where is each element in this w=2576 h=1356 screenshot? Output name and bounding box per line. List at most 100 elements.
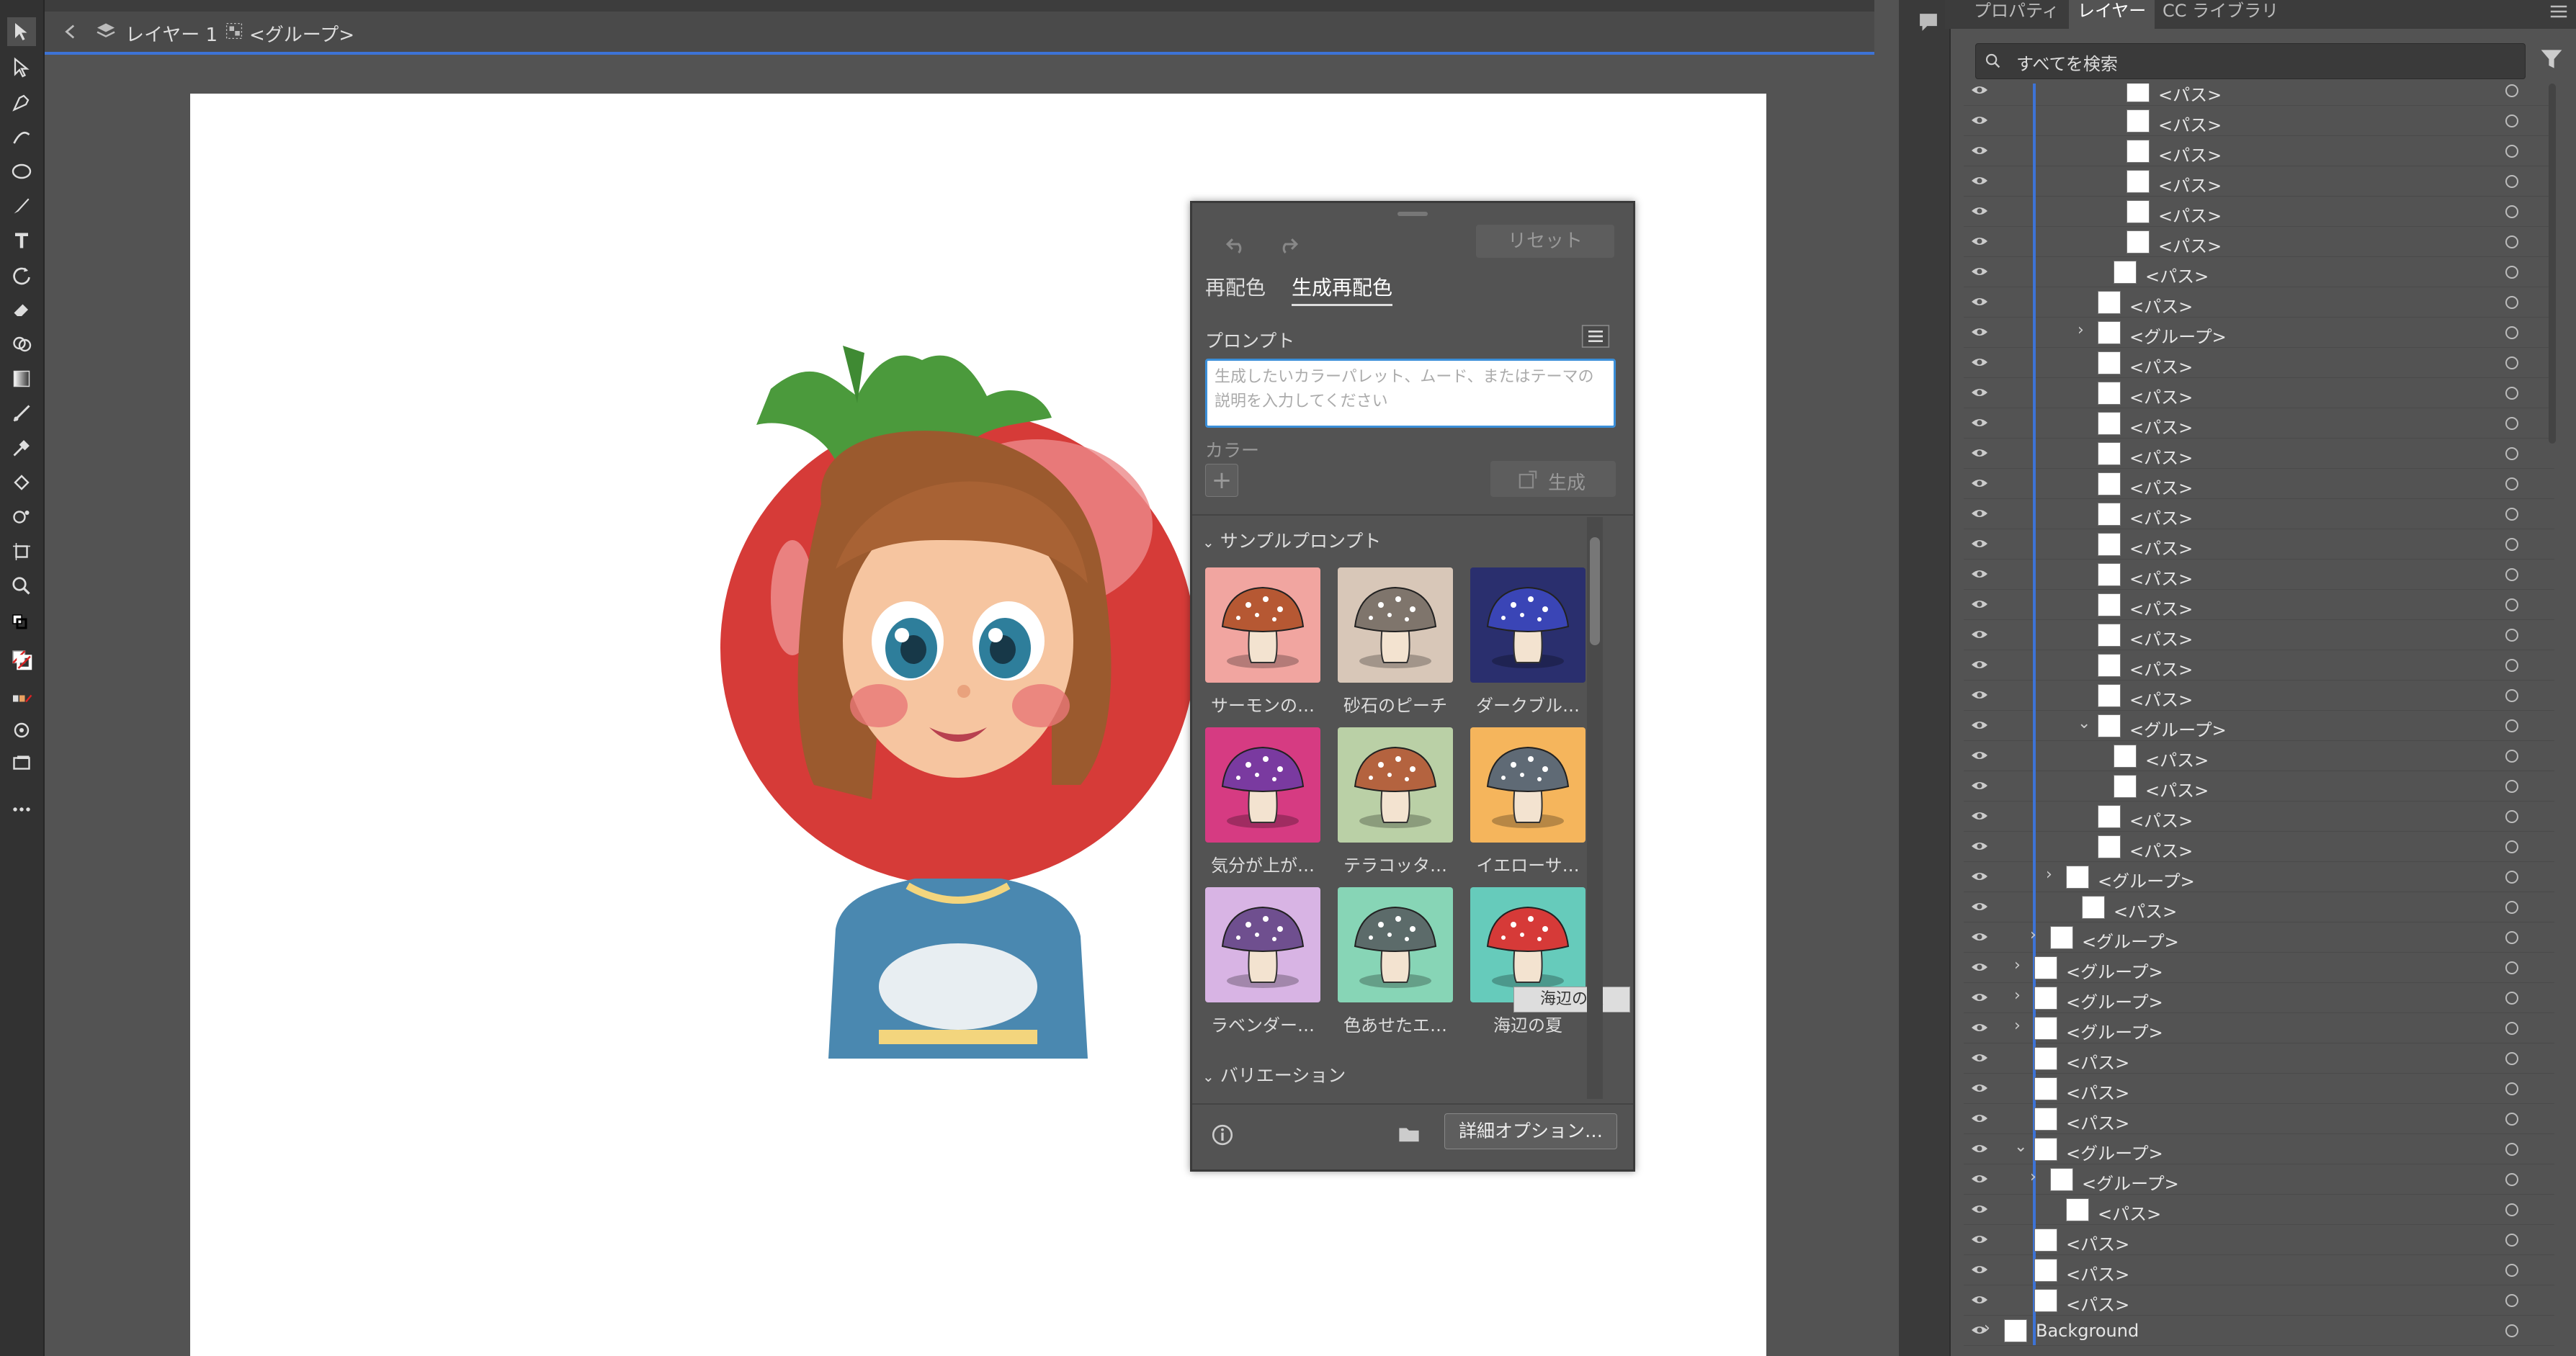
layer-row[interactable]: <パス>: [1964, 408, 2554, 439]
layer-name[interactable]: <パス>: [2129, 474, 2193, 499]
paint-bucket-tool-icon[interactable]: [7, 468, 36, 497]
layer-name[interactable]: <パス>: [2129, 837, 2193, 862]
visibility-eye-icon[interactable]: [1971, 174, 1988, 188]
visibility-eye-icon[interactable]: [1971, 899, 1988, 914]
visibility-eye-icon[interactable]: [1971, 1051, 1988, 1065]
target-circle-icon[interactable]: [2505, 1294, 2518, 1307]
layer-row[interactable]: <パス>: [1964, 1073, 2554, 1104]
breadcrumb-group[interactable]: <グループ>: [249, 20, 354, 47]
layer-search-field[interactable]: すべてを検索: [1975, 43, 2526, 79]
visibility-eye-icon[interactable]: [1971, 960, 1988, 974]
layer-name[interactable]: <パス>: [2129, 383, 2193, 408]
expand-chevron-icon[interactable]: ›: [1984, 1319, 1990, 1337]
folder-icon[interactable]: [1397, 1122, 1421, 1146]
panel-menu-icon[interactable]: [2549, 3, 2569, 20]
layer-name[interactable]: <パス>: [2066, 1079, 2129, 1104]
layer-row[interactable]: <パス>: [1964, 650, 2554, 681]
expand-chevron-icon[interactable]: ⌄: [2078, 714, 2090, 732]
layer-name[interactable]: <パス>: [2145, 746, 2209, 771]
expand-chevron-icon[interactable]: ⌄: [2014, 1138, 2027, 1156]
layer-name[interactable]: <パス>: [2114, 897, 2177, 922]
layer-name[interactable]: <パス>: [2129, 565, 2193, 590]
layer-name[interactable]: <パス>: [2129, 534, 2193, 560]
layer-name[interactable]: Background: [2036, 1321, 2139, 1341]
layer-name[interactable]: <パス>: [2098, 1200, 2161, 1225]
layer-name[interactable]: <パス>: [2158, 171, 2222, 197]
layer-name[interactable]: <パス>: [2129, 353, 2193, 378]
selection-tool-icon[interactable]: [7, 17, 36, 46]
sample-prompt-thumbnail[interactable]: [1470, 727, 1586, 843]
target-circle-icon[interactable]: [2505, 689, 2518, 702]
layer-name[interactable]: <パス>: [2129, 655, 2193, 681]
layer-row[interactable]: <パス>: [1964, 196, 2554, 227]
gradient-tool-icon[interactable]: [7, 364, 36, 393]
layer-row[interactable]: <パス>: [1964, 256, 2554, 287]
artboard-tool-icon[interactable]: [7, 537, 36, 566]
breadcrumb-layer[interactable]: レイヤー 1: [125, 20, 218, 47]
visibility-eye-icon[interactable]: [1971, 506, 1988, 521]
type-tool-icon[interactable]: [7, 226, 36, 255]
layer-name[interactable]: <パス>: [2158, 202, 2222, 227]
visibility-eye-icon[interactable]: [1971, 869, 1988, 884]
layer-name[interactable]: <パス>: [2158, 111, 2222, 136]
layer-name[interactable]: <パス>: [2066, 1049, 2129, 1074]
layer-row[interactable]: <パス>: [1964, 347, 2554, 378]
scrollbar-thumb[interactable]: [1590, 537, 1600, 645]
layer-name[interactable]: <グループ>: [2066, 1018, 2163, 1043]
target-circle-icon[interactable]: [2505, 1113, 2518, 1126]
layer-row[interactable]: › <グループ>: [1964, 1164, 2554, 1195]
target-circle-icon[interactable]: [2505, 387, 2518, 400]
expand-chevron-icon[interactable]: ›: [2014, 956, 2021, 974]
layer-name[interactable]: <グループ>: [2066, 988, 2163, 1013]
drawing-mode-icon[interactable]: [7, 716, 36, 745]
target-circle-icon[interactable]: [2505, 205, 2518, 218]
visibility-eye-icon[interactable]: [1971, 839, 1988, 853]
target-circle-icon[interactable]: [2505, 568, 2518, 581]
direct-selection-tool-icon[interactable]: [7, 53, 36, 82]
target-circle-icon[interactable]: [2505, 326, 2518, 339]
zoom-tool-icon[interactable]: [7, 572, 36, 601]
target-circle-icon[interactable]: [2505, 1143, 2518, 1156]
layer-row[interactable]: › <グループ>: [1964, 922, 2554, 953]
layer-row[interactable]: <パス>: [1964, 1254, 2554, 1285]
target-circle-icon[interactable]: [2505, 810, 2518, 823]
expand-chevron-icon[interactable]: ›: [2014, 987, 2021, 1005]
visibility-eye-icon[interactable]: [1971, 295, 1988, 309]
screen-mode-icon[interactable]: [7, 749, 36, 778]
visibility-eye-icon[interactable]: [1971, 476, 1988, 490]
layer-row[interactable]: ⌄ <グループ>: [1964, 710, 2554, 741]
layer-row[interactable]: <パス>: [1964, 498, 2554, 529]
layer-row[interactable]: › <グループ>: [1964, 982, 2554, 1013]
layer-name[interactable]: <パス>: [2129, 504, 2193, 529]
target-circle-icon[interactable]: [2505, 356, 2518, 369]
symbol-sprayer-tool-icon[interactable]: [7, 503, 36, 531]
layer-row[interactable]: <パス>: [1964, 84, 2554, 106]
target-circle-icon[interactable]: [2505, 780, 2518, 793]
target-circle-icon[interactable]: [2505, 719, 2518, 732]
visibility-eye-icon[interactable]: [1971, 355, 1988, 369]
back-arrow-icon[interactable]: [61, 22, 81, 42]
expand-chevron-icon[interactable]: ›: [2014, 1017, 2021, 1035]
target-circle-icon[interactable]: [2505, 508, 2518, 521]
target-circle-icon[interactable]: [2505, 629, 2518, 642]
layers-scrollbar[interactable]: [2549, 84, 2556, 444]
visibility-eye-icon[interactable]: [1971, 446, 1988, 460]
layer-row[interactable]: <パス>: [1964, 771, 2554, 802]
layer-name[interactable]: <パス>: [2066, 1109, 2129, 1134]
layer-row[interactable]: <パス>: [1964, 559, 2554, 590]
target-circle-icon[interactable]: [2505, 417, 2518, 430]
target-circle-icon[interactable]: [2505, 871, 2518, 884]
layer-row[interactable]: <パス>: [1964, 377, 2554, 408]
target-circle-icon[interactable]: [2505, 659, 2518, 672]
layer-name[interactable]: <グループ>: [2129, 716, 2227, 741]
target-circle-icon[interactable]: [2505, 266, 2518, 279]
target-circle-icon[interactable]: [2505, 1022, 2518, 1035]
target-circle-icon[interactable]: [2505, 84, 2518, 97]
variations-header[interactable]: ⌄ バリエーション: [1202, 1061, 1346, 1087]
target-circle-icon[interactable]: [2505, 175, 2518, 188]
layer-row[interactable]: <パス>: [1964, 438, 2554, 469]
sample-prompt-thumbnail[interactable]: [1338, 887, 1453, 1002]
target-circle-icon[interactable]: [2505, 901, 2518, 914]
paintbrush-tool-icon[interactable]: [7, 192, 36, 220]
layer-row[interactable]: <パス>: [1964, 740, 2554, 771]
